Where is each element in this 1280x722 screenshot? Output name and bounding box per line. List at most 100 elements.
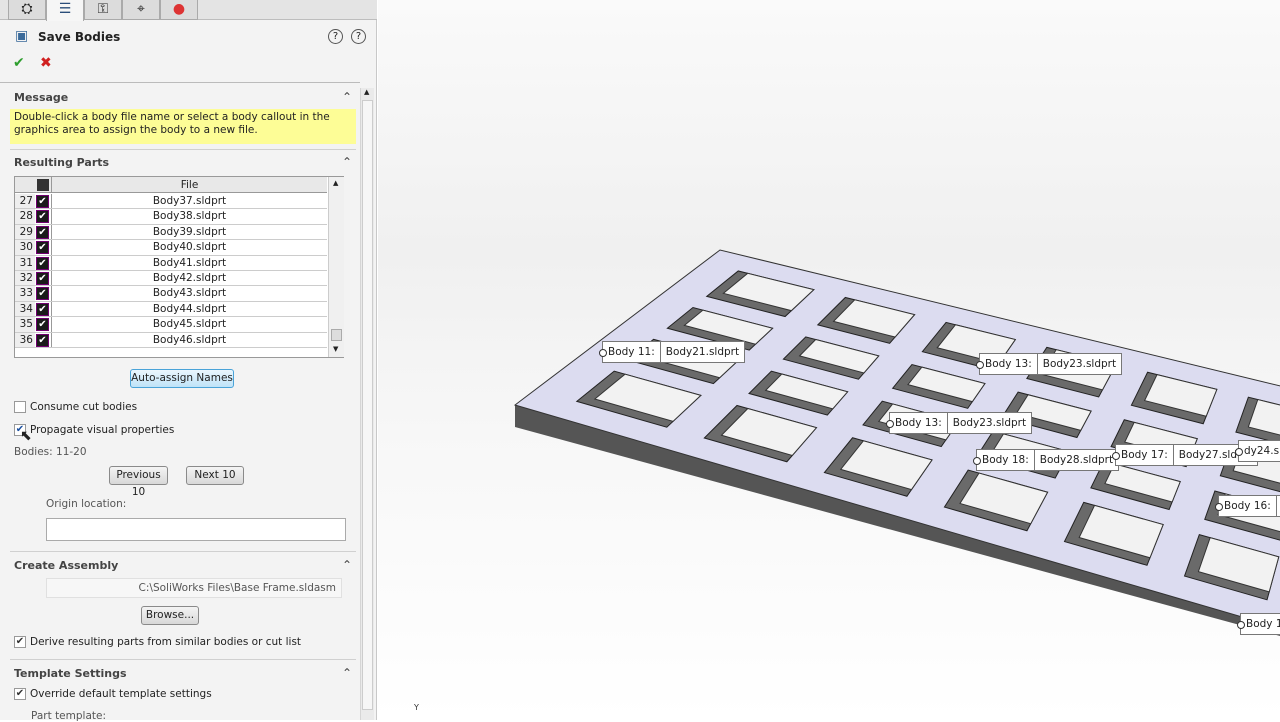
resulting-parts-table: File 27 ✔ Body37.sldprt 28 ✔ Body38.sldprt 29 ✔…: [14, 176, 344, 358]
file-name-cell[interactable]: Body44.sldprt: [51, 301, 327, 317]
callout-body-label: Body 17:: [1116, 445, 1174, 465]
body-callout[interactable]: dy24.sl: [1235, 440, 1280, 462]
save-icon: [37, 179, 49, 191]
file-name-cell[interactable]: Body45.sldprt: [51, 317, 327, 332]
base-frame-model[interactable]: [378, 0, 1280, 720]
callout-file-name[interactable]: Body23.sldprt: [1038, 354, 1121, 374]
feature-manager-tab[interactable]: ⛭: [8, 0, 46, 20]
origin-location-input[interactable]: [46, 518, 346, 541]
display-manager-tab[interactable]: ●: [160, 0, 198, 20]
row-number: 27: [15, 194, 35, 209]
part-template-label: Part template:: [31, 710, 107, 722]
help-icon[interactable]: ?: [351, 29, 366, 44]
collapse-resulting-parts-icon[interactable]: ⌃: [342, 155, 352, 169]
body-callout[interactable]: Body 11: Body21.sldprt: [598, 341, 746, 363]
table-row[interactable]: 27 ✔ Body37.sldprt: [15, 194, 327, 210]
callout-file-name[interactable]: Body28.sldprt: [1035, 450, 1118, 470]
body-callout[interactable]: Body 13: Body23.sldprt: [885, 412, 1033, 434]
table-scrollbar[interactable]: ▲ ▼: [328, 177, 344, 357]
row-number-header: [15, 177, 35, 193]
table-row[interactable]: 36 ✔ Body46.sldprt: [15, 332, 327, 348]
assembly-path-field[interactable]: C:\SoliWorks Files\Base Frame.sldasm: [46, 578, 342, 598]
table-row[interactable]: 29 ✔ Body39.sldprt: [15, 224, 327, 241]
callout-body-label: Body 11:: [603, 342, 661, 362]
consume-cut-bodies-label: Consume cut bodies: [30, 401, 138, 413]
configuration-manager-tab[interactable]: ⚿: [84, 0, 122, 20]
save-checkbox[interactable]: ✔: [36, 333, 49, 347]
bodies-range: Bodies: 11-20: [14, 446, 87, 458]
file-name-cell[interactable]: Body41.sldprt: [51, 255, 327, 270]
row-number: 33: [15, 286, 35, 301]
display-manager-icon: ●: [172, 1, 186, 17]
whats-new-help-icon[interactable]: ?: [328, 29, 343, 44]
file-name-cell[interactable]: Body40.sldprt: [51, 240, 327, 255]
file-name-cell[interactable]: Body38.sldprt: [51, 209, 327, 224]
callout-body-label: Body 13:: [890, 413, 948, 433]
file-name-cell[interactable]: Body42.sldprt: [51, 271, 327, 286]
body-callout[interactable]: Body 1: [1237, 613, 1280, 635]
collapse-template-settings-icon[interactable]: ⌃: [342, 666, 352, 680]
row-number: 35: [15, 317, 35, 332]
graphics-area[interactable]: Body 11: Body21.sldprt Body 13: Body23.sldp…: [378, 0, 1280, 720]
mouse-cursor-icon: ⬉: [20, 428, 32, 444]
table-row[interactable]: 28 ✔ Body38.sldprt: [15, 209, 327, 225]
callout-file-name[interactable]: dy24.sl: [1239, 441, 1280, 461]
callout-body-label: Body 16:: [1219, 496, 1277, 516]
triad-y-axis-label: Y: [414, 703, 419, 712]
save-checkbox[interactable]: ✔: [36, 241, 49, 255]
save-checkbox[interactable]: ✔: [36, 256, 49, 270]
panel-scroll-thumb[interactable]: [362, 100, 373, 710]
collapse-create-assembly-icon[interactable]: ⌃: [342, 558, 352, 572]
file-name-cell[interactable]: Body39.sldprt: [51, 224, 327, 240]
table-row[interactable]: 35 ✔ Body45.sldprt: [15, 317, 327, 333]
manager-tabs: ⛭ ☰ ⚿ ⌖ ●: [0, 0, 377, 21]
file-name-cell[interactable]: Body37.sldprt: [51, 194, 327, 209]
file-name-cell[interactable]: Body46.sldprt: [51, 332, 327, 347]
save-checkbox[interactable]: ✔: [36, 302, 49, 316]
body-callout[interactable]: Body 16:B: [1215, 495, 1280, 517]
body-callout[interactable]: Body 13: Body23.sldprt: [975, 353, 1123, 375]
consume-cut-bodies-checkbox[interactable]: [14, 401, 26, 413]
save-column-header: [35, 177, 51, 193]
table-row[interactable]: 31 ✔ Body41.sldprt: [15, 255, 327, 271]
callout-file-name[interactable]: Body23.sldprt: [948, 413, 1031, 433]
body-callout[interactable]: Body 18: Body28.sldprt: [972, 449, 1120, 471]
panel-scrollbar[interactable]: ▲: [360, 88, 374, 720]
table-row[interactable]: 33 ✔ Body43.sldprt: [15, 286, 327, 302]
save-checkbox[interactable]: ✔: [36, 210, 49, 224]
save-checkbox[interactable]: ✔: [36, 272, 49, 285]
template-settings-header: Template Settings: [14, 667, 127, 680]
file-column-header: File: [51, 177, 327, 193]
auto-assign-names-button[interactable]: Auto-assign Names: [130, 369, 234, 388]
derive-parts-checkbox[interactable]: ✔: [14, 636, 26, 648]
file-name-cell[interactable]: Body43.sldprt: [51, 286, 327, 301]
scroll-down-icon[interactable]: ▼: [333, 345, 338, 353]
previous-10-button[interactable]: Previous 10: [109, 466, 168, 498]
scroll-up-icon[interactable]: ▲: [333, 179, 338, 187]
browse-button[interactable]: Browse...: [141, 606, 199, 625]
cancel-button[interactable]: ✖: [40, 55, 52, 71]
scroll-up-icon[interactable]: ▲: [364, 88, 369, 96]
row-number: 34: [15, 301, 35, 317]
collapse-message-icon[interactable]: ⌃: [342, 90, 352, 104]
override-template-checkbox[interactable]: ✔: [14, 688, 26, 700]
save-checkbox[interactable]: ✔: [36, 225, 49, 239]
table-row[interactable]: 34 ✔ Body44.sldprt: [15, 301, 327, 318]
table-row[interactable]: 32 ✔ Body42.sldprt: [15, 271, 327, 287]
next-10-button[interactable]: Next 10: [186, 466, 244, 485]
property-manager-panel: ⛭ ☰ ⚿ ⌖ ● ▣ Save Bodies ? ? ✔ ✖ Message …: [0, 0, 377, 722]
callout-file-name[interactable]: Body21.sldprt: [661, 342, 744, 362]
callout-body-label: Body 18:: [977, 450, 1035, 470]
scroll-thumb[interactable]: [331, 329, 342, 341]
save-checkbox[interactable]: ✔: [36, 195, 49, 208]
propagate-visual-properties-label: Propagate visual properties: [30, 424, 175, 436]
save-checkbox[interactable]: ✔: [36, 318, 49, 332]
save-checkbox[interactable]: ✔: [36, 287, 49, 301]
dimxpert-tab[interactable]: ⌖: [122, 0, 160, 20]
table-row[interactable]: 30 ✔ Body40.sldprt: [15, 240, 327, 256]
ok-button[interactable]: ✔: [13, 55, 25, 71]
origin-location-label: Origin location:: [46, 498, 127, 510]
override-template-label: Override default template settings: [30, 688, 212, 700]
callout-body-label: Body 13:: [980, 354, 1038, 374]
property-manager-tab[interactable]: ☰: [46, 0, 84, 21]
